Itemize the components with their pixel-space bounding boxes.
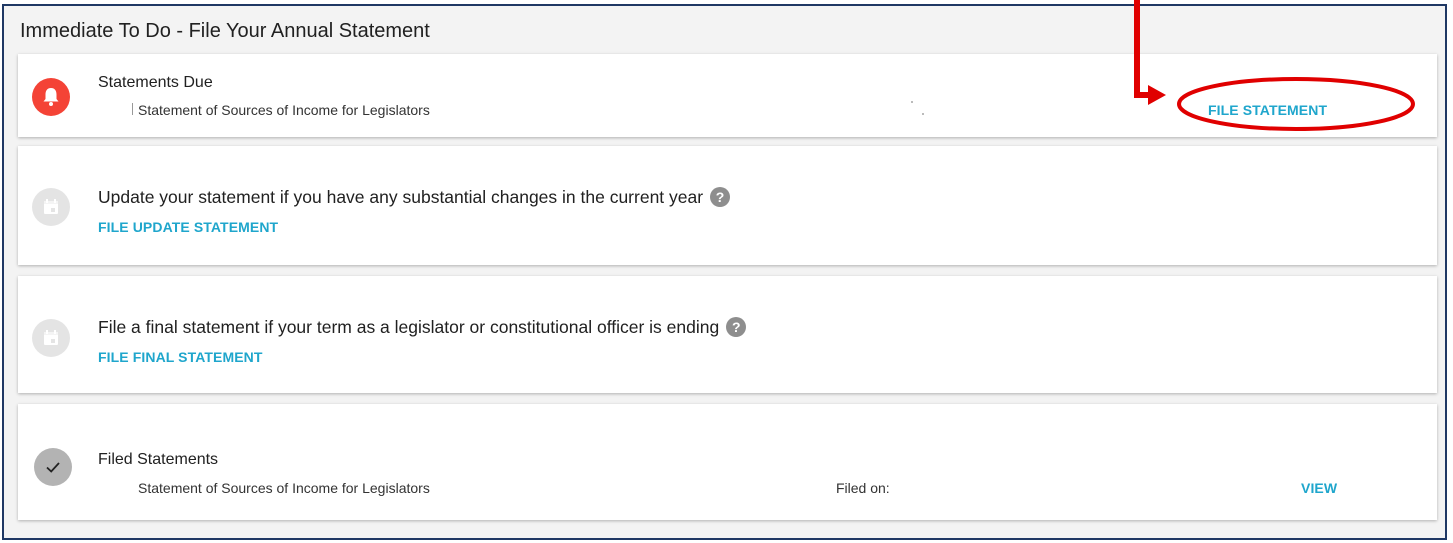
check-icon: [34, 448, 72, 486]
calendar-icon: [32, 188, 70, 226]
statement-name: Statement of Sources of Income for Legis…: [138, 102, 430, 118]
dot-mark: [922, 113, 924, 115]
row-indicator: [132, 103, 133, 115]
help-icon[interactable]: ?: [710, 187, 731, 207]
help-icon[interactable]: ?: [726, 317, 747, 337]
annual-statement-panel: Immediate To Do - File Your Annual State…: [2, 4, 1447, 540]
statements-due-title: Statements Due: [98, 74, 213, 91]
filed-statement-name: Statement of Sources of Income for Legis…: [138, 480, 430, 496]
file-update-statement-link[interactable]: FILE UPDATE STATEMENT: [98, 219, 278, 235]
update-statement-card: Update your statement if you have any su…: [18, 146, 1437, 265]
file-statement-link[interactable]: FILE STATEMENT: [1208, 102, 1327, 118]
update-statement-text: Update your statement if you have any su…: [98, 187, 731, 208]
final-statement-text: File a final statement if your term as a…: [98, 317, 747, 338]
view-link[interactable]: VIEW: [1301, 480, 1337, 496]
filed-statements-card: Filed Statements Statement of Sources of…: [18, 404, 1437, 520]
panel-title: Immediate To Do - File Your Annual State…: [20, 20, 430, 42]
calendar-icon: [32, 319, 70, 357]
dot-mark: [911, 101, 913, 103]
bell-icon: [32, 78, 70, 116]
filed-statements-title: Filed Statements: [98, 451, 219, 468]
final-statement-card: File a final statement if your term as a…: [18, 276, 1437, 393]
filed-on-label: Filed on:: [836, 480, 890, 496]
statements-due-card: Statements Due Statement of Sources of I…: [18, 54, 1437, 137]
file-final-statement-link[interactable]: FILE FINAL STATEMENT: [98, 349, 263, 365]
